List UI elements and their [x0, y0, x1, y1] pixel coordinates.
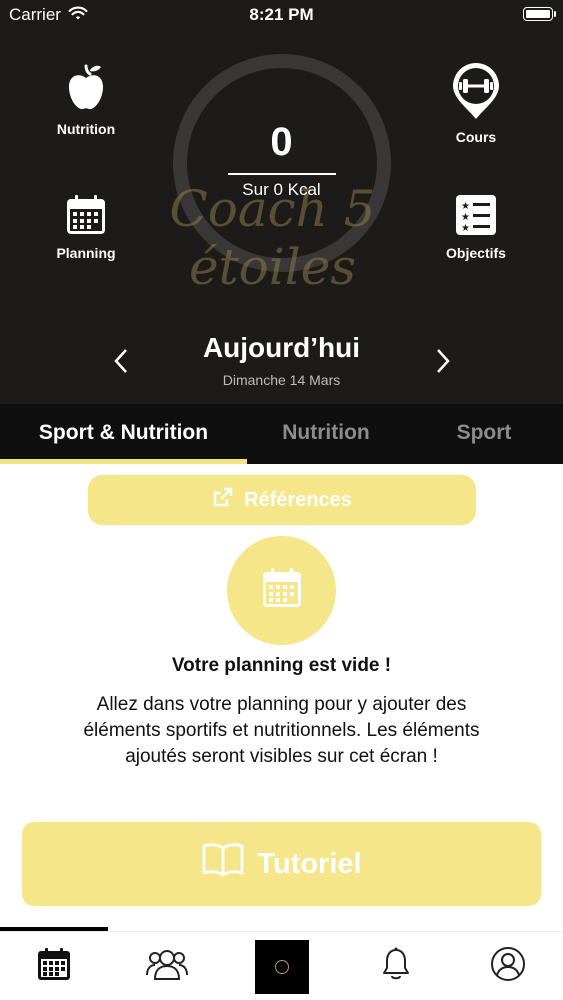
nav-community[interactable] [135, 932, 199, 1000]
status-bar: Carrier 8:21 PM [0, 0, 563, 30]
status-time: 8:21 PM [249, 5, 314, 24]
date-title: Aujourd’hui [202, 332, 361, 363]
bottom-navigation [0, 931, 563, 1000]
nav-profile[interactable] [476, 932, 540, 1000]
empty-state-badge [227, 536, 336, 645]
kcal-divider [228, 173, 336, 175]
coach-logo [255, 939, 309, 994]
next-day-button[interactable] [435, 348, 451, 379]
battery-icon [523, 7, 556, 21]
tab-bar: Sport & Nutrition Nutrition Sport [0, 404, 563, 464]
tutorial-button[interactable]: Tutoriel [22, 822, 541, 906]
dumbbell-pin-icon [421, 62, 531, 125]
calendar-icon [36, 947, 72, 986]
kcal-value: 0 [270, 120, 293, 164]
nutrition-shortcut[interactable]: Nutrition [31, 62, 141, 137]
planning-label: Planning [56, 245, 116, 261]
references-label: Références [244, 488, 352, 511]
tab-sport-nutrition[interactable]: Sport & Nutrition [0, 404, 247, 464]
main-content: Références Votre planning est vide ! All… [0, 464, 563, 930]
user-icon [490, 946, 526, 987]
planning-shortcut[interactable]: Planning [31, 194, 141, 261]
empty-state-title: Votre planning est vide ! [171, 655, 392, 676]
calendar-icon [31, 194, 141, 241]
kcal-label: Sur 0 Kcal [242, 180, 321, 199]
nav-notifications[interactable] [364, 932, 428, 1000]
bell-icon [381, 947, 411, 986]
book-icon [201, 842, 245, 886]
date-navigator: Aujourd’hui Dimanche 14 Mars [0, 332, 563, 392]
group-icon [145, 947, 189, 986]
svg-text:★: ★ [461, 201, 470, 212]
nutrition-label: Nutrition [56, 121, 116, 137]
tab-nutrition[interactable]: Nutrition [247, 404, 405, 464]
nav-home[interactable] [254, 932, 310, 1000]
empty-state-text: Allez dans votre planning pour y ajouter… [83, 694, 480, 767]
apple-icon [31, 62, 141, 117]
svg-text:★: ★ [461, 212, 470, 223]
cours-label: Cours [455, 129, 497, 145]
header: Carrier 8:21 PM Coach 5 étoiles 0 Sur 0 … [0, 0, 563, 404]
references-button[interactable]: Références [88, 475, 476, 525]
nav-planning[interactable] [22, 932, 86, 1000]
date-subtitle: Dimanche 14 Mars [222, 372, 341, 388]
objectifs-label: Objectifs [446, 245, 506, 261]
calendar-icon [260, 567, 304, 614]
tutorial-label: Tutoriel [257, 847, 362, 880]
svg-text:★: ★ [461, 223, 470, 234]
cours-shortcut[interactable]: Cours [421, 62, 531, 145]
tab-sport[interactable]: Sport [405, 404, 563, 464]
objectifs-shortcut[interactable]: ★ ★ ★ Objectifs [421, 194, 531, 261]
logo-emblem [275, 959, 289, 974]
external-link-icon [212, 486, 234, 514]
checklist-icon: ★ ★ ★ [421, 194, 531, 241]
